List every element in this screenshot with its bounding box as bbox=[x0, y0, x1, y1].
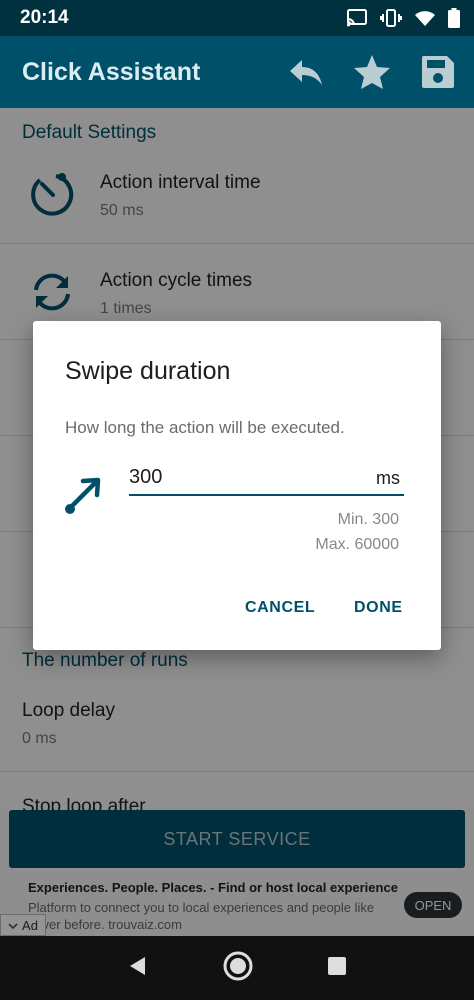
navigation-bar bbox=[0, 936, 474, 1000]
done-button[interactable]: DONE bbox=[354, 599, 403, 617]
input-unit: ms bbox=[376, 468, 400, 488]
min-hint: Min. 300 bbox=[337, 511, 399, 528]
cast-icon bbox=[346, 9, 368, 27]
recents-icon[interactable] bbox=[326, 955, 348, 982]
max-hint: Max. 60000 bbox=[315, 536, 399, 553]
battery-icon bbox=[448, 8, 460, 28]
duration-input[interactable] bbox=[129, 466, 329, 489]
star-icon[interactable] bbox=[352, 52, 392, 92]
save-icon[interactable] bbox=[418, 52, 458, 92]
duration-input-field[interactable]: ms bbox=[129, 466, 404, 496]
swipe-arrow-icon bbox=[61, 473, 105, 517]
wifi-icon bbox=[414, 9, 436, 27]
dialog-message: How long the action will be executed. bbox=[65, 418, 345, 437]
vibrate-icon bbox=[380, 9, 402, 27]
swipe-duration-dialog: Swipe duration How long the action will … bbox=[33, 321, 441, 650]
status-icons bbox=[346, 8, 460, 28]
dialog-title: Swipe duration bbox=[65, 357, 231, 385]
app-bar: Click Assistant bbox=[0, 36, 474, 108]
status-time: 20:14 bbox=[20, 7, 69, 28]
cancel-button[interactable]: CANCEL bbox=[245, 599, 315, 617]
undo-icon[interactable] bbox=[286, 52, 326, 92]
home-icon[interactable] bbox=[221, 949, 255, 988]
app-bar-actions bbox=[286, 52, 458, 92]
back-icon[interactable] bbox=[126, 954, 150, 983]
app-title: Click Assistant bbox=[22, 57, 201, 86]
status-bar: 20:14 bbox=[0, 0, 474, 36]
